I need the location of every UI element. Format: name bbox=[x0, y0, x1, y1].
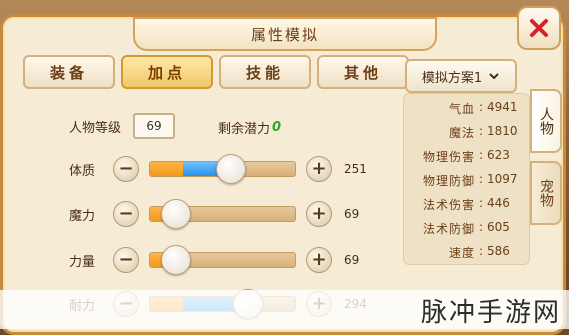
slider-knob[interactable] bbox=[160, 245, 191, 275]
tab-other[interactable]: 其他 bbox=[317, 55, 409, 89]
stat-label: 气血 bbox=[448, 102, 475, 116]
plus-button[interactable]: + bbox=[306, 247, 332, 273]
stat-value: 586 bbox=[487, 244, 510, 258]
stat-separator: : bbox=[478, 196, 483, 210]
side-tab-pet[interactable]: 宠物 bbox=[530, 161, 562, 225]
level-label: 人物等级 bbox=[69, 120, 122, 136]
stat-label: 魔法 bbox=[448, 126, 475, 140]
base-points-fill bbox=[150, 162, 184, 176]
stat-label: 法术防御 bbox=[422, 222, 475, 236]
slider-knob[interactable] bbox=[160, 199, 191, 229]
stat-row: 物理防御:1097 bbox=[412, 172, 521, 190]
stat-value: 1097 bbox=[487, 172, 518, 186]
minus-button[interactable]: − bbox=[113, 247, 139, 273]
stat-row: 法术防御:605 bbox=[412, 220, 521, 238]
stat-value: 1810 bbox=[487, 124, 518, 138]
chevron-down-icon bbox=[489, 73, 499, 80]
stats-panel: 气血:4941 魔法:1810 物理伤害:623 物理防御:1097 法术伤害:… bbox=[403, 93, 530, 265]
attribute-value: 69 bbox=[344, 207, 360, 221]
stat-row: 速度:586 bbox=[412, 244, 521, 262]
stat-label: 速度 bbox=[448, 246, 475, 260]
remaining-points-value: 0 bbox=[272, 120, 282, 135]
attribute-row-constitution: 体质 − + 251 bbox=[69, 154, 367, 184]
stat-label: 物理防御 bbox=[422, 174, 475, 188]
minus-button[interactable]: − bbox=[113, 201, 139, 227]
watermark-text: 脉冲手游网 bbox=[420, 298, 561, 328]
stat-value: 4941 bbox=[487, 100, 518, 114]
scheme-dropdown-label: 模拟方案1 bbox=[421, 70, 483, 86]
level-row: 人物等级 69 bbox=[69, 113, 176, 139]
attribute-slider[interactable] bbox=[149, 245, 296, 275]
window-title-bar: 属性模拟 bbox=[133, 17, 437, 51]
scheme-dropdown[interactable]: 模拟方案1 bbox=[405, 59, 517, 93]
stat-separator: : bbox=[478, 220, 483, 234]
attribute-value: 69 bbox=[344, 253, 360, 267]
stat-separator: : bbox=[478, 244, 483, 258]
close-button[interactable] bbox=[517, 6, 561, 50]
tab-add-points[interactable]: 加点 bbox=[121, 55, 213, 89]
plus-button[interactable]: + bbox=[306, 201, 332, 227]
attribute-label: 体质 bbox=[69, 163, 96, 179]
stat-separator: : bbox=[478, 124, 483, 138]
attribute-label: 力量 bbox=[69, 254, 96, 270]
side-tab-character[interactable]: 人物 bbox=[530, 89, 562, 153]
attribute-row-strength: 力量 − + 69 bbox=[69, 245, 359, 275]
attribute-simulator-window: 属性模拟 装备 加点 技能 其他 模拟方案1 气血:4941 魔法:1810 物… bbox=[0, 14, 566, 335]
remaining-points-row: 剩余潜力 0 bbox=[218, 118, 281, 137]
close-icon bbox=[530, 19, 548, 37]
attribute-row-magic: 魔力 − + 69 bbox=[69, 199, 359, 229]
stat-row: 法术伤害:446 bbox=[412, 196, 521, 214]
stat-value: 446 bbox=[487, 196, 510, 210]
minus-button[interactable]: − bbox=[113, 156, 139, 182]
stat-row: 物理伤害:623 bbox=[412, 148, 521, 166]
stat-separator: : bbox=[478, 172, 483, 186]
stat-label: 物理伤害 bbox=[422, 150, 475, 164]
stat-row: 魔法:1810 bbox=[412, 124, 521, 142]
attribute-value: 251 bbox=[344, 162, 367, 176]
added-points-fill bbox=[183, 162, 217, 176]
attribute-slider[interactable] bbox=[149, 199, 296, 229]
stat-value: 623 bbox=[487, 148, 510, 162]
stat-value: 605 bbox=[487, 220, 510, 234]
window-title: 属性模拟 bbox=[250, 25, 319, 44]
top-tab-bar: 装备 加点 技能 其他 bbox=[23, 55, 409, 89]
remaining-points-label: 剩余潜力 bbox=[218, 122, 271, 137]
attribute-slider[interactable] bbox=[149, 154, 296, 184]
stat-row: 气血:4941 bbox=[412, 100, 521, 118]
tab-skills[interactable]: 技能 bbox=[219, 55, 311, 89]
attribute-label: 魔力 bbox=[69, 208, 96, 224]
side-tab-bar: 人物 宠物 bbox=[530, 89, 562, 225]
level-input[interactable]: 69 bbox=[133, 113, 176, 139]
stat-separator: : bbox=[478, 100, 483, 114]
slider-knob[interactable] bbox=[215, 154, 246, 184]
stat-label: 法术伤害 bbox=[422, 198, 475, 212]
stat-separator: : bbox=[478, 148, 483, 162]
tab-equipment[interactable]: 装备 bbox=[23, 55, 115, 89]
plus-button[interactable]: + bbox=[306, 156, 332, 182]
